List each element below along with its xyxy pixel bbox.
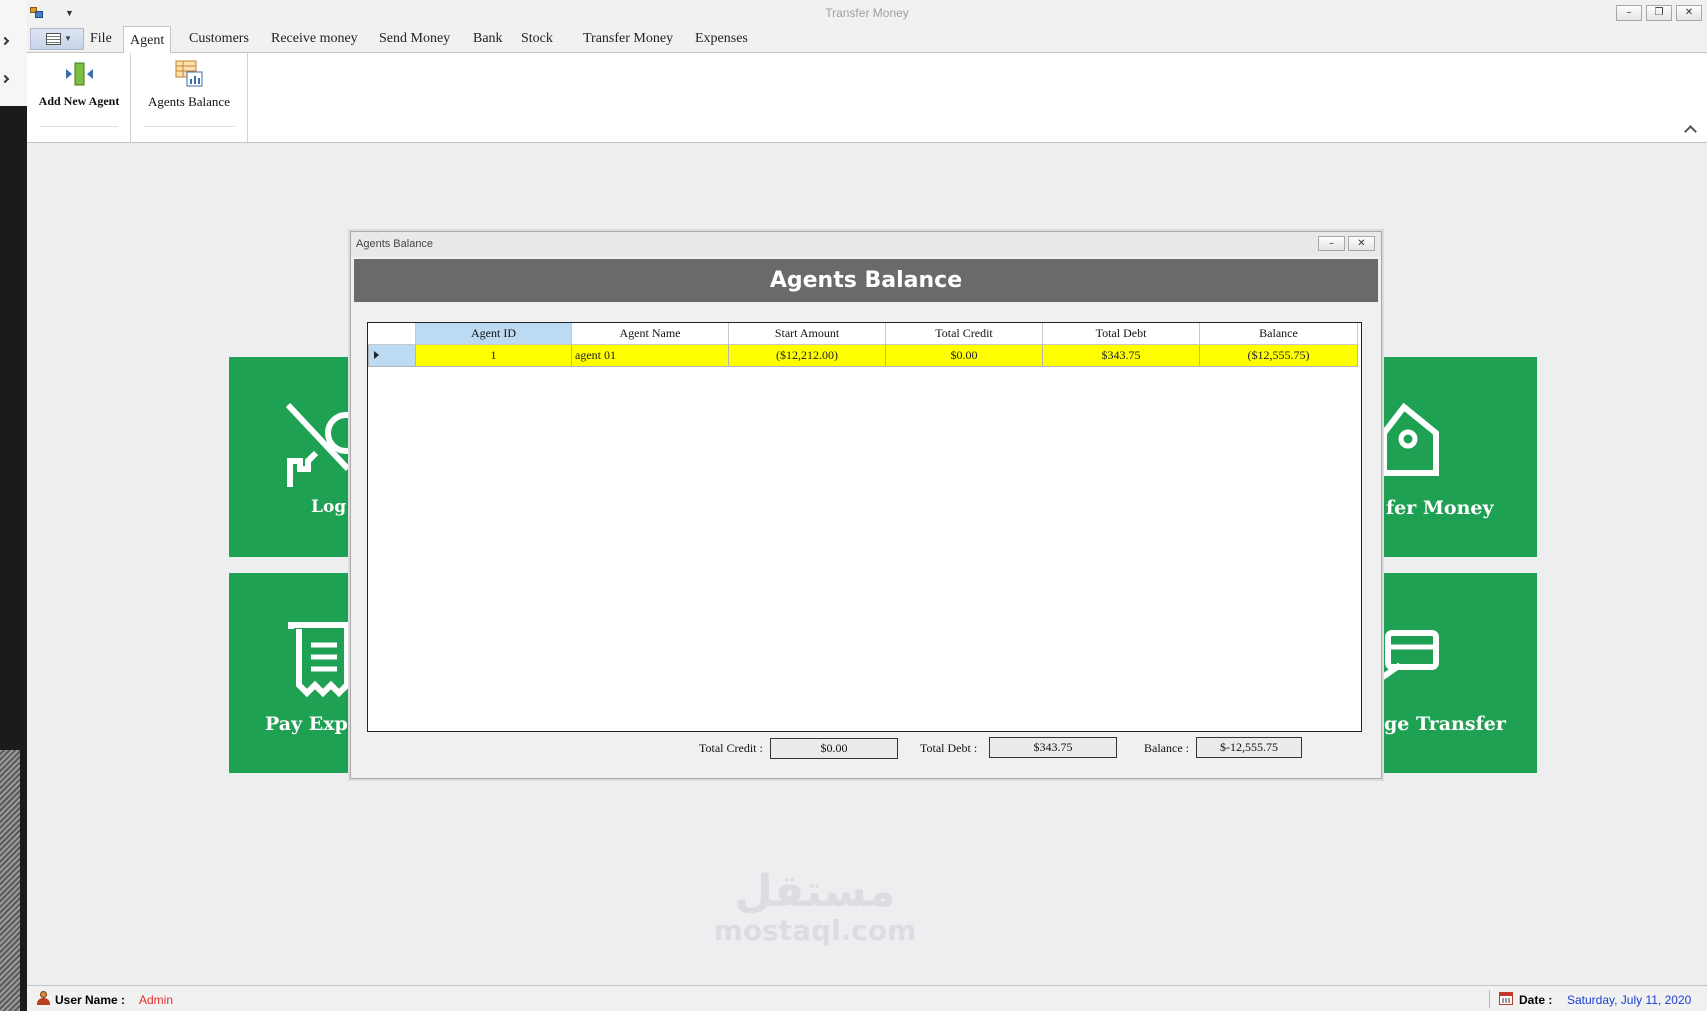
cell-agent-name[interactable]: agent 01 <box>571 343 729 367</box>
total-credit-label: Total Credit : <box>699 741 763 755</box>
date-value: Saturday, July 11, 2020 <box>1567 993 1692 1007</box>
cell-start-amount[interactable]: ($12,212.00) <box>728 343 886 367</box>
desktop-background-image <box>0 750 20 1011</box>
card-transfer-icon <box>1382 630 1439 682</box>
chevron-right-icon <box>0 74 10 84</box>
column-header-agent-name[interactable]: Agent Name <box>571 323 729 345</box>
login-tile-label: Log in <box>311 497 351 517</box>
change-transfer-tile[interactable]: ge Transfer <box>1382 573 1537 773</box>
user-name-value: Admin <box>139 993 174 1007</box>
agents-balance-label: Agents Balance <box>148 94 230 109</box>
tab-expenses[interactable]: Expenses <box>689 30 754 53</box>
minimize-button[interactable]: – <box>1616 5 1642 21</box>
balance-field: $-12,555.75 <box>1196 737 1302 758</box>
dialog-title: Agents Balance <box>356 238 434 250</box>
calendar-icon <box>1499 992 1513 1005</box>
tab-stock[interactable]: Stock <box>515 30 559 53</box>
date-label: Date : <box>1519 993 1553 1007</box>
cell-balance[interactable]: ($12,555.75) <box>1199 343 1358 367</box>
ribbon-panel: Add New Agent Agents Balance <box>27 53 1707 143</box>
key-icon <box>286 403 350 487</box>
total-credit-field: $0.00 <box>770 738 898 759</box>
add-agent-label: Add New Agent <box>38 94 120 108</box>
totals-bar: Total Credit : $0.00 Total Debt : $343.7… <box>351 737 1381 759</box>
pay-expenses-tile[interactable]: Pay Expe <box>229 573 351 773</box>
desktop-edge-panel <box>0 0 27 106</box>
ribbon-tabs: ▼ File Agent Customers Receive money Sen… <box>27 26 1707 54</box>
login-tile[interactable]: Log in <box>229 357 351 557</box>
cell-total-credit[interactable]: $0.00 <box>885 343 1043 367</box>
balance-label: Balance : <box>1144 741 1189 755</box>
transfer-money-tile[interactable]: fer Money <box>1382 357 1537 557</box>
add-agent-icon <box>66 62 93 86</box>
tab-send-money[interactable]: Send Money <box>373 30 456 53</box>
collapse-ribbon-icon[interactable] <box>1684 125 1697 138</box>
agents-grid[interactable]: Agent ID Agent Name Start Amount Total C… <box>367 322 1362 732</box>
tab-agent[interactable]: Agent <box>123 26 172 54</box>
column-header-agent-id[interactable]: Agent ID <box>415 323 572 345</box>
user-name-label: User Name : <box>55 993 126 1007</box>
chevron-down-icon: ▼ <box>64 34 72 43</box>
pay-expenses-tile-label: Pay Expe <box>265 713 351 735</box>
agents-table: Agent ID Agent Name Start Amount Total C… <box>368 323 1358 367</box>
window-controls: – ❐ ✕ <box>1616 5 1702 21</box>
cell-agent-id[interactable]: 1 <box>415 343 572 367</box>
dialog-header: Agents Balance <box>354 259 1378 302</box>
ribbon-group-reports: Agents Balance <box>131 53 248 142</box>
window-title: Transfer Money <box>825 6 909 20</box>
status-bar: User Name : Admin Date : Saturday, July … <box>27 985 1707 1011</box>
tab-receive-money[interactable]: Receive money <box>265 30 364 53</box>
ribbon-group-agent: Add New Agent <box>27 53 131 142</box>
total-debt-label: Total Debt : <box>920 741 978 755</box>
tab-transfer-money[interactable]: Transfer Money <box>577 30 679 53</box>
menu-icon <box>46 33 61 45</box>
receipt-icon <box>288 622 350 698</box>
balance-report-icon <box>175 60 203 87</box>
watermark: مستقل mostaql.com <box>710 868 920 946</box>
add-agent-button[interactable]: Add New Agent <box>29 59 129 109</box>
total-debt-field: $343.75 <box>989 737 1117 758</box>
column-header-start-amount[interactable]: Start Amount <box>728 323 886 345</box>
row-selector[interactable] <box>368 343 416 367</box>
column-header-total-debt[interactable]: Total Debt <box>1042 323 1200 345</box>
watermark-arabic: مستقل <box>734 866 896 917</box>
watermark-latin: mostaql.com <box>713 914 917 947</box>
desktop-edge <box>0 0 27 1011</box>
table-row[interactable]: 1 agent 01 ($12,212.00) $0.00 $343.75 ($… <box>368 343 1358 367</box>
row-pointer-icon <box>374 350 379 359</box>
application-menu-button[interactable]: ▼ <box>30 28 84 50</box>
transfer-money-tile-label: fer Money <box>1386 497 1494 519</box>
title-bar: ▼ Transfer Money – ❐ ✕ <box>27 0 1707 26</box>
tab-customers[interactable]: Customers <box>183 30 255 53</box>
tab-file[interactable]: File <box>84 30 118 53</box>
cell-total-debt[interactable]: $343.75 <box>1042 343 1200 367</box>
status-separator <box>1489 990 1490 1008</box>
dialog-window-controls: – ✕ <box>1318 236 1375 251</box>
main-window: ▼ Transfer Money – ❐ ✕ ▼ File Agent Cust… <box>27 0 1707 1011</box>
chevron-right-icon <box>0 36 10 46</box>
dialog-title-bar: Agents Balance – ✕ <box>351 232 1381 257</box>
restore-button[interactable]: ❐ <box>1646 5 1672 21</box>
agents-balance-button[interactable]: Agents Balance <box>134 58 244 110</box>
column-header-total-credit[interactable]: Total Credit <box>885 323 1043 345</box>
header-corner <box>368 323 416 345</box>
column-header-balance[interactable]: Balance <box>1199 323 1358 345</box>
table-header-row: Agent ID Agent Name Start Amount Total C… <box>368 323 1358 345</box>
close-button[interactable]: ✕ <box>1676 5 1702 21</box>
dialog-close-button[interactable]: ✕ <box>1348 236 1375 251</box>
user-icon <box>37 991 50 1005</box>
agents-balance-dialog: Agents Balance – ✕ Agents Balance Agent … <box>350 231 1382 779</box>
dialog-minimize-button[interactable]: – <box>1318 236 1345 251</box>
change-transfer-tile-label: ge Transfer <box>1384 713 1506 735</box>
money-envelope-icon <box>1382 403 1439 476</box>
tab-bank[interactable]: Bank <box>467 30 509 53</box>
